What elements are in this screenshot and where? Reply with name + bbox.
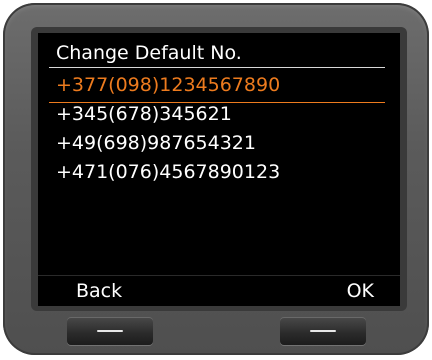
display-screen: Change Default No. +377(098)1234567890 +… (38, 33, 400, 306)
dash-icon (97, 330, 123, 332)
ok-hardkey-button[interactable] (280, 317, 366, 345)
title-divider (49, 67, 385, 68)
softkey-bar: Back OK (38, 275, 400, 306)
number-list: +377(098)1234567890 +345(678)345621 +49(… (38, 71, 400, 187)
back-softkey-label[interactable]: Back (76, 276, 122, 306)
list-item-number[interactable]: +345(678)345621 (38, 100, 400, 129)
list-item-number[interactable]: +49(698)987654321 (38, 129, 400, 158)
page-title: Change Default No. (56, 42, 242, 64)
list-item-label: +377(098)1234567890 (56, 74, 281, 96)
phone-device-body: Change Default No. +377(098)1234567890 +… (3, 3, 429, 355)
list-item-label: +345(678)345621 (56, 103, 232, 125)
list-item-number-selected[interactable]: +377(098)1234567890 (38, 71, 400, 103)
ok-softkey-label[interactable]: OK (347, 276, 374, 306)
list-item-number[interactable]: +471(076)4567890123 (38, 158, 400, 187)
dash-icon (310, 330, 336, 332)
list-item-label: +49(698)987654321 (56, 132, 256, 154)
list-item-label: +471(076)4567890123 (56, 161, 281, 183)
back-hardkey-button[interactable] (67, 317, 153, 345)
